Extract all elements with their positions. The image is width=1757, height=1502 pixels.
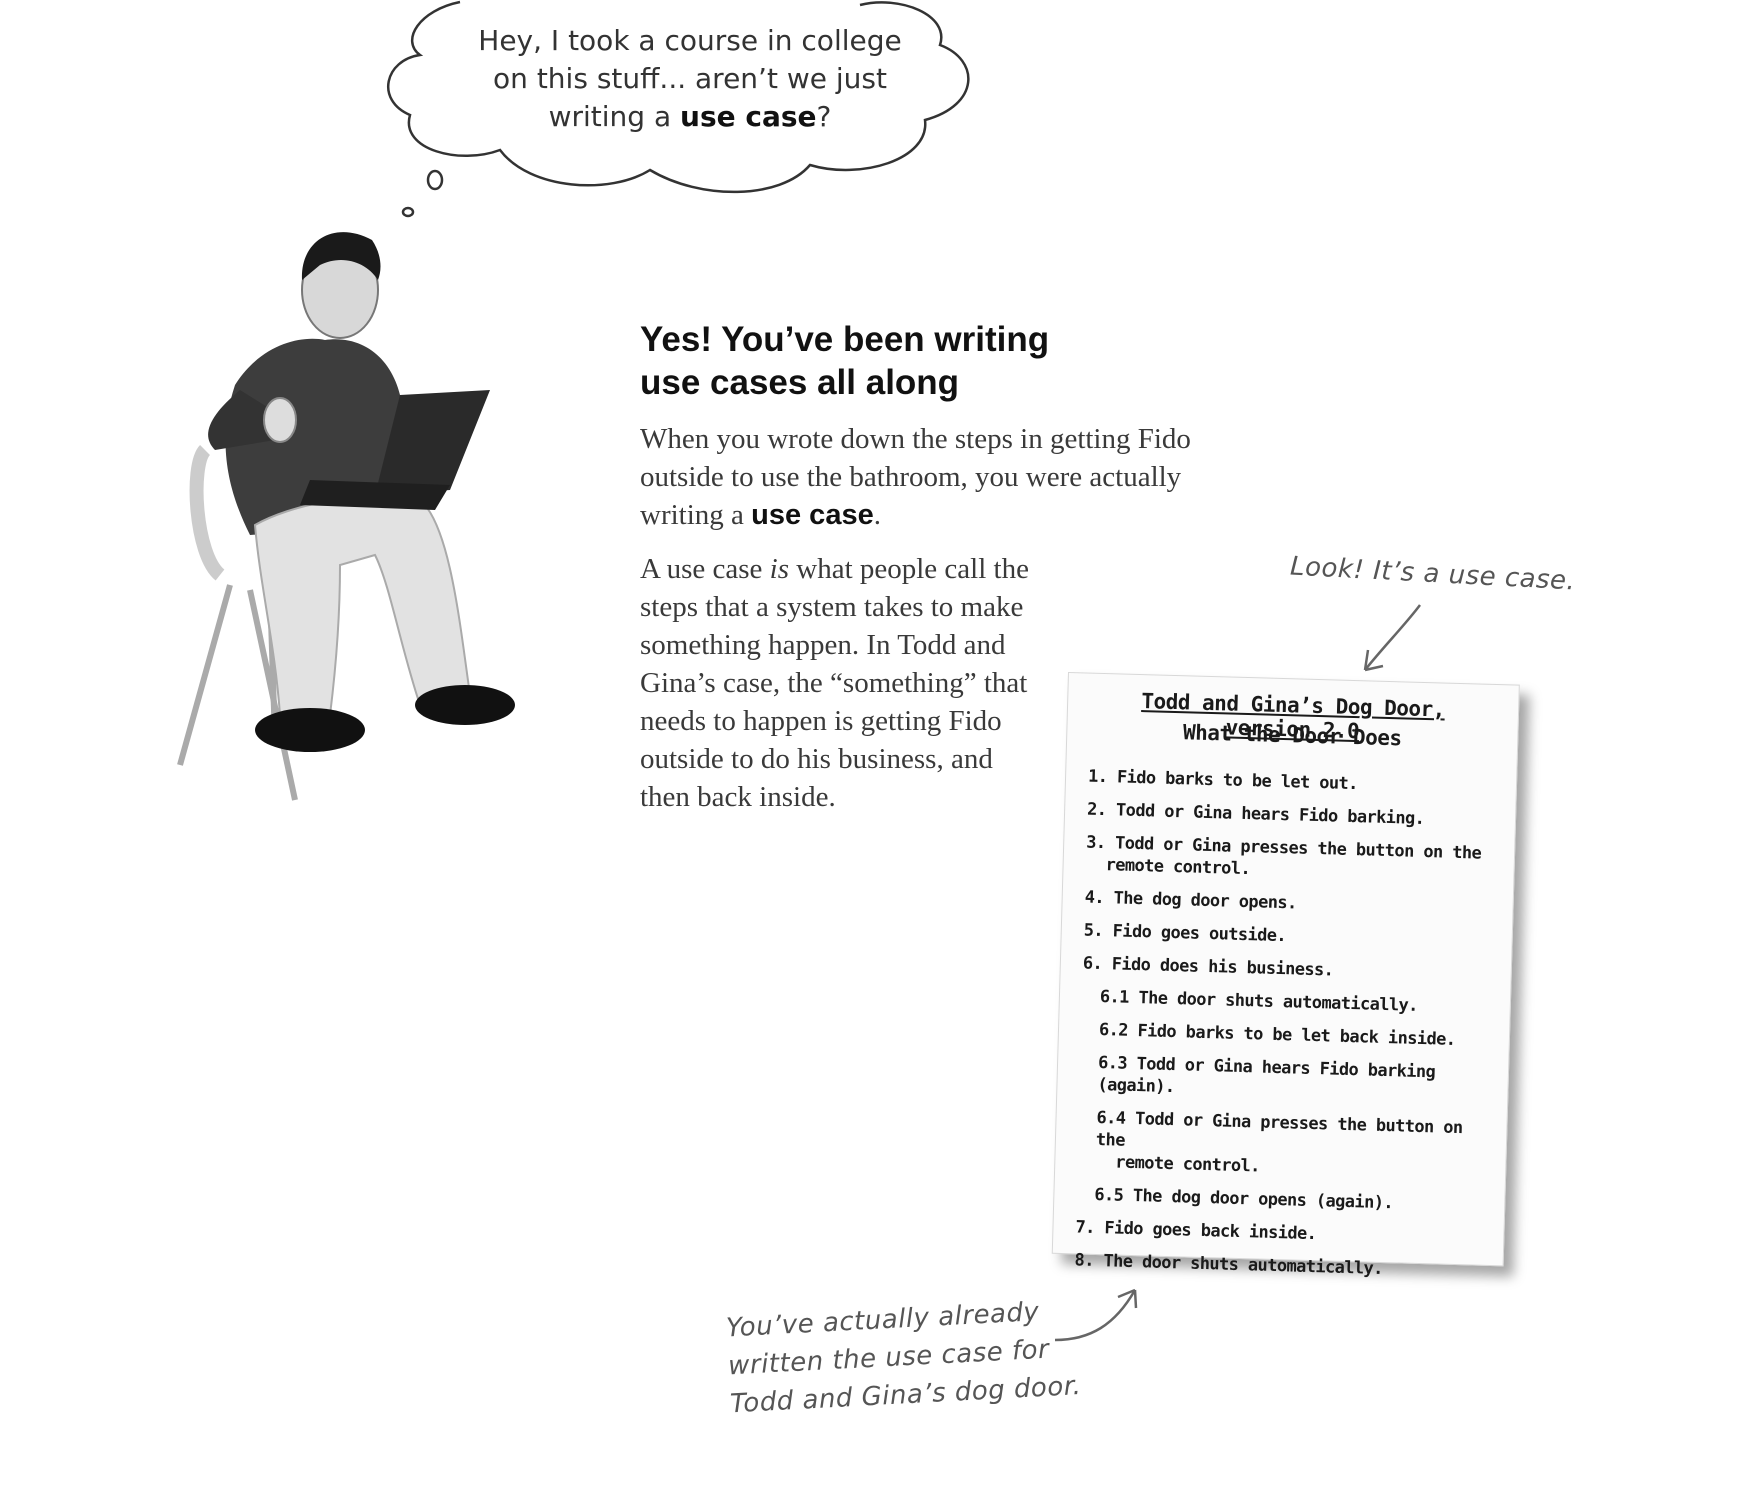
use-case-step: 4. The dog door opens. (1084, 887, 1504, 921)
step-number: 4. (1084, 887, 1105, 909)
use-case-step: 8. The door shuts automatically. (1074, 1249, 1494, 1283)
card-steps-list: 1. Fido barks to be let out. 2. Todd or G… (1074, 766, 1508, 1295)
handwritten-note-top: Look! It’s a use case. (1289, 551, 1577, 597)
use-case-step: 6.1 The door shuts automatically. (1082, 986, 1502, 1020)
paragraph-2-rest: what people call the steps that a system… (640, 553, 1029, 813)
step-text: The door shuts automatically. (1093, 1250, 1384, 1280)
bubble-line-2: on this stuff... aren’t we just (493, 62, 887, 95)
bubble-line-3-post: ? (816, 100, 832, 133)
person-with-laptop-illustration (177, 232, 515, 801)
use-case-step: 6.3 Todd or Gina hears Fido barking (aga… (1079, 1051, 1500, 1107)
paragraph-1: When you wrote down the steps in getting… (640, 420, 1200, 534)
shoe-right (415, 685, 515, 725)
section-heading: Yes! You’ve been writing use cases all a… (640, 318, 1200, 404)
step-number: 6.2 (1098, 1020, 1129, 1041)
bubble-dot-large (426, 169, 444, 191)
step-text-continued: remote control. (1115, 1152, 1261, 1177)
bubble-line-3-pre: writing a (548, 100, 681, 133)
paragraph-1-end: . (873, 499, 881, 531)
use-case-step: 6.4 Todd or Gina presses the button on t… (1077, 1106, 1499, 1184)
bubble-line-3-bold: use case (680, 100, 817, 133)
step-text: Todd or Gina presses the button on the (1095, 1108, 1463, 1151)
step-text: Fido goes outside. (1102, 921, 1287, 947)
step-number: 6.3 (1097, 1052, 1128, 1074)
step-number: 5. (1083, 920, 1104, 942)
handwritten-note-bottom: You’ve actually already written the use … (725, 1297, 1082, 1420)
use-case-step: 6.2 Fido barks to be let back inside. (1081, 1019, 1501, 1053)
step-text: Fido barks to be let back inside. (1127, 1020, 1456, 1050)
arrow-up-right-icon (1054, 1288, 1138, 1342)
step-number: 2. (1086, 799, 1107, 821)
paragraph-1-text: When you wrote down the steps in getting… (640, 423, 1191, 531)
step-number: 7. (1075, 1217, 1096, 1238)
use-case-step: 1. Fido barks to be let out. (1088, 766, 1508, 800)
step-number: 6. (1082, 953, 1103, 975)
hand (263, 397, 297, 443)
step-text: Fido barks to be let out. (1107, 767, 1359, 795)
bubble-line-1: Hey, I took a course in college (478, 24, 902, 57)
step-number: 8. (1074, 1250, 1095, 1271)
step-number: 6.1 (1099, 987, 1130, 1008)
step-text: Todd or Gina hears Fido barking (again). (1097, 1053, 1436, 1098)
paragraph-1-bold: use case (751, 499, 874, 531)
heading-line-2: use cases all along (640, 363, 960, 402)
step-number: 3. (1085, 832, 1106, 854)
use-case-step: 2. Todd or Gina hears Fido barking. (1087, 799, 1507, 833)
heading-line-1: Yes! You’ve been writing (640, 320, 1050, 359)
bubble-dot-small (401, 206, 415, 218)
step-text: The dog door opens (again). (1123, 1185, 1394, 1214)
step-text: Fido goes back inside. (1094, 1217, 1317, 1245)
step-number: 1. (1087, 766, 1108, 788)
use-case-step: 7. Fido goes back inside. (1075, 1216, 1495, 1250)
use-case-step: 3. Todd or Gina presses the button on th… (1085, 832, 1506, 888)
paragraph-2-italic: is (769, 553, 789, 585)
step-text: Fido does his business. (1101, 954, 1334, 981)
use-case-step: 5. Fido goes outside. (1083, 920, 1503, 954)
bubble-text: Hey, I took a course in college on this … (460, 22, 920, 136)
use-case-step: 6.5 The dog door opens (again). (1076, 1183, 1496, 1217)
pants (253, 495, 472, 716)
use-case-step: 6. Fido does his business. (1083, 953, 1503, 987)
shoe-left (255, 708, 365, 752)
step-text: The door shuts automatically. (1128, 987, 1419, 1016)
step-text: Todd or Gina hears Fido barking. (1106, 800, 1425, 830)
paragraph-2: A use case is what people call the steps… (640, 550, 1040, 816)
step-text: The dog door opens. (1103, 888, 1297, 914)
bubble-line-3: writing a use case? (460, 98, 920, 136)
step-number: 6.5 (1094, 1184, 1124, 1206)
use-case-card: Todd and Gina’s Dog Door, version 2.0 Wh… (1051, 672, 1520, 1279)
paragraph-2-pre: A use case (640, 553, 770, 585)
step-number: 6.4 (1096, 1107, 1126, 1129)
laptop-base (300, 480, 450, 510)
arrow-down-left-icon (1363, 604, 1421, 672)
